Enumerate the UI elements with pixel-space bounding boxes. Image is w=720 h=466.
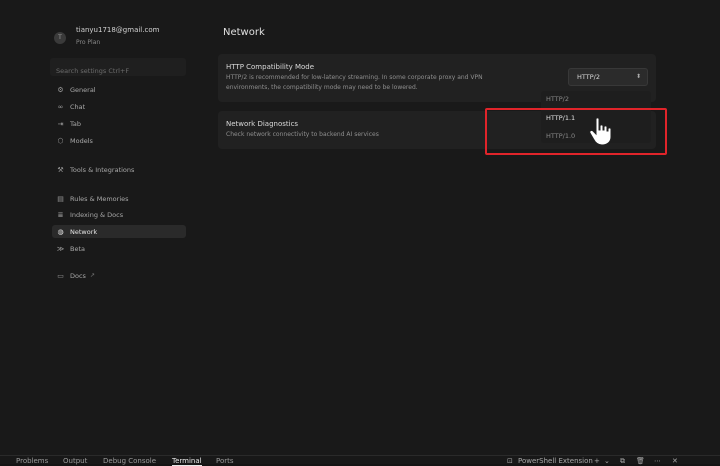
hand-cursor-icon [589,117,612,146]
card-title: HTTP Compatibility Mode [226,63,315,71]
settings-search[interactable] [50,58,186,80]
http-mode-select[interactable]: HTTP/2 ⬍ [568,68,648,86]
sidebar-item-tab[interactable]: ⇥ Tab [52,117,186,130]
settings-window: T tianyu1718@gmail.com Pro Plan ⚙ Genera… [0,0,720,455]
gear-icon: ⚙ [57,85,64,94]
sidebar-item-label: Indexing & Docs [70,210,124,219]
search-input[interactable] [50,62,186,80]
bottom-panel: Problems Output Debug Console Terminal P… [0,455,720,466]
sidebar-item-beta[interactable]: ≫ Beta [52,242,186,255]
sidebar-item-tools[interactable]: ⚒ Tools & Integrations [52,163,186,176]
database-icon: ≣ [57,210,64,219]
sidebar-item-label: Docs [70,271,86,280]
sidebar-item-label: Tools & Integrations [70,165,135,174]
sidebar-item-label: Rules & Memories [70,194,129,203]
sidebar-item-label: Chat [70,102,86,111]
sidebar-item-indexing[interactable]: ≣ Indexing & Docs [52,208,186,221]
red-highlight-box [485,108,667,155]
rules-icon: ▤ [57,194,64,203]
sidebar-item-label: Tab [70,119,82,128]
sidebar-item-models[interactable]: ⬡ Models [52,134,186,147]
beta-icon: ≫ [56,244,65,253]
models-icon: ⬡ [57,136,64,145]
sidebar-item-network[interactable]: ◍ Network [52,225,186,238]
sidebar-item-docs[interactable]: ▭ Docs ↗ [52,269,186,282]
sidebar-item-label: Beta [70,244,85,253]
sidebar-item-label: Network [70,227,98,236]
sidebar-item-label: General [70,85,96,94]
sidebar-item-chat[interactable]: ∞ Chat [52,100,186,113]
split-terminal-icon[interactable]: ⧉ [620,457,625,466]
avatar: T [54,32,66,44]
tab-terminal[interactable]: Terminal [172,457,202,466]
tools-icon: ⚒ [57,165,64,174]
description-line: environments, the compatibility mode may… [226,84,418,91]
book-icon: ▭ [57,271,64,280]
settings-sidebar: T tianyu1718@gmail.com Pro Plan ⚙ Genera… [46,20,191,455]
account-email: tianyu1718@gmail.com [76,26,160,34]
chevron-updown-icon: ⬍ [635,73,641,80]
tab-icon: ⇥ [57,119,64,128]
external-link-icon: ↗ [89,272,95,279]
globe-icon: ◍ [57,227,64,236]
chat-icon: ∞ [57,102,64,111]
page-title: Network [223,27,265,38]
card-description: HTTP/2 is recommended for low-latency st… [226,73,483,93]
description-line: HTTP/2 is recommended for low-latency st… [226,74,483,81]
card-description: Check network connectivity to backend AI… [226,131,379,138]
card-title: Network Diagnostics [226,120,299,128]
sidebar-item-general[interactable]: ⚙ General [52,83,186,96]
sidebar-item-rules[interactable]: ▤ Rules & Memories [52,192,186,205]
option-http2[interactable]: HTTP/2 [541,91,651,107]
account-plan: Pro Plan [76,39,101,46]
select-value: HTTP/2 [577,73,600,81]
sidebar-item-label: Models [70,136,93,145]
